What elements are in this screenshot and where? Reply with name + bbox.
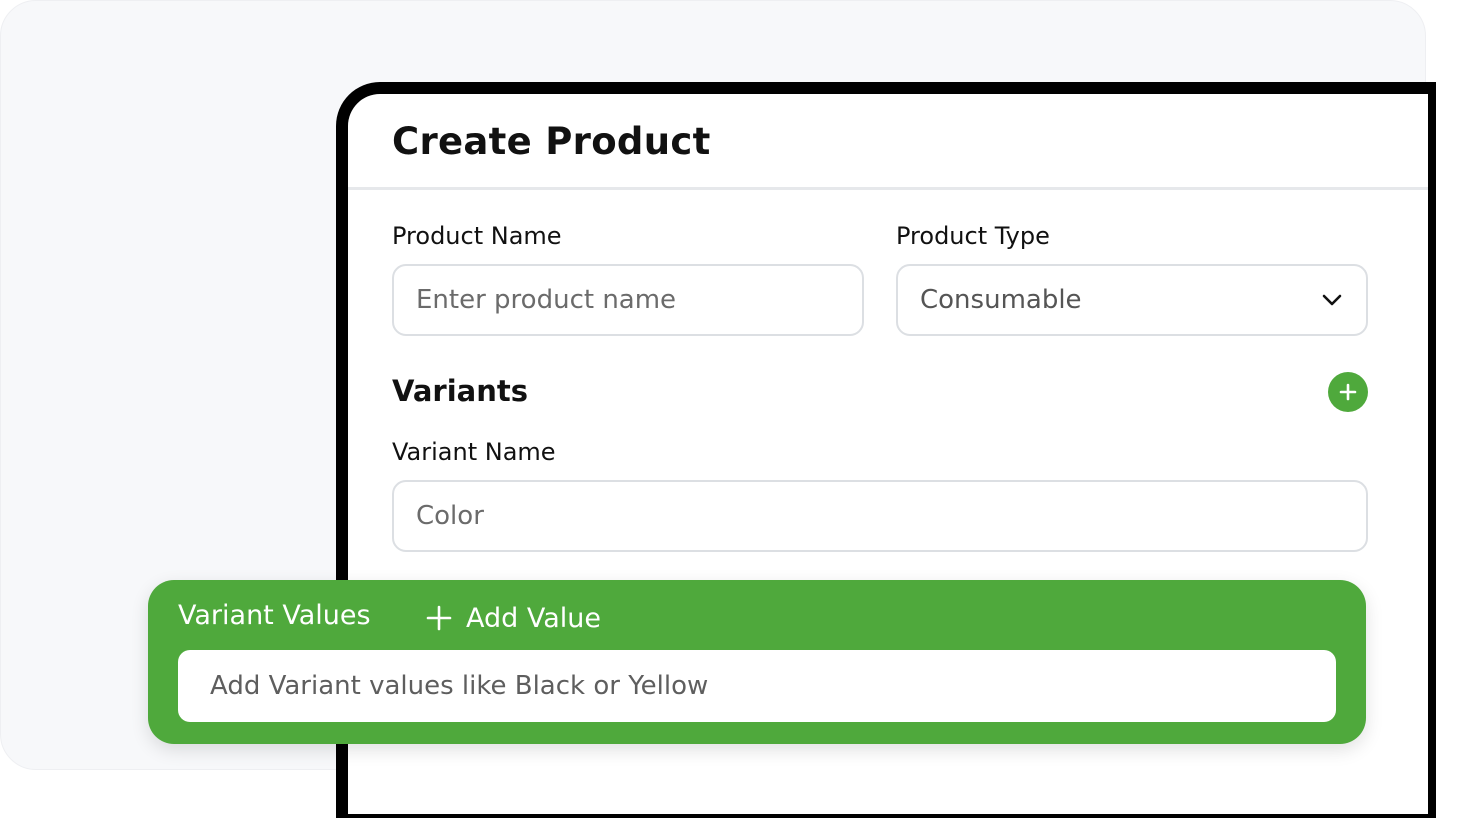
variant-name-label: Variant Name [392, 438, 556, 466]
add-variant-button[interactable] [1328, 372, 1368, 412]
product-name-input[interactable] [392, 264, 864, 336]
plus-icon [426, 605, 452, 631]
variant-name-input[interactable] [392, 480, 1368, 552]
variant-values-title: Variant Values [178, 600, 371, 631]
product-type-select[interactable]: Consumable [896, 264, 1368, 336]
add-value-button[interactable]: Add Value [426, 598, 601, 638]
add-value-label: Add Value [466, 602, 601, 634]
variants-title: Variants [392, 374, 529, 408]
product-name-label: Product Name [392, 222, 562, 250]
stage: Create Product Product Name Product Type… [0, 0, 1474, 818]
product-type-label: Product Type [896, 222, 1050, 250]
form-header: Create Product [348, 94, 1428, 190]
variant-values-card: Variant Values Add Value [148, 580, 1366, 744]
page-title: Create Product [392, 120, 711, 163]
chevron-down-icon [1320, 288, 1344, 312]
product-type-value: Consumable [920, 285, 1082, 315]
variant-values-input[interactable] [178, 650, 1336, 722]
plus-icon [1339, 383, 1357, 401]
